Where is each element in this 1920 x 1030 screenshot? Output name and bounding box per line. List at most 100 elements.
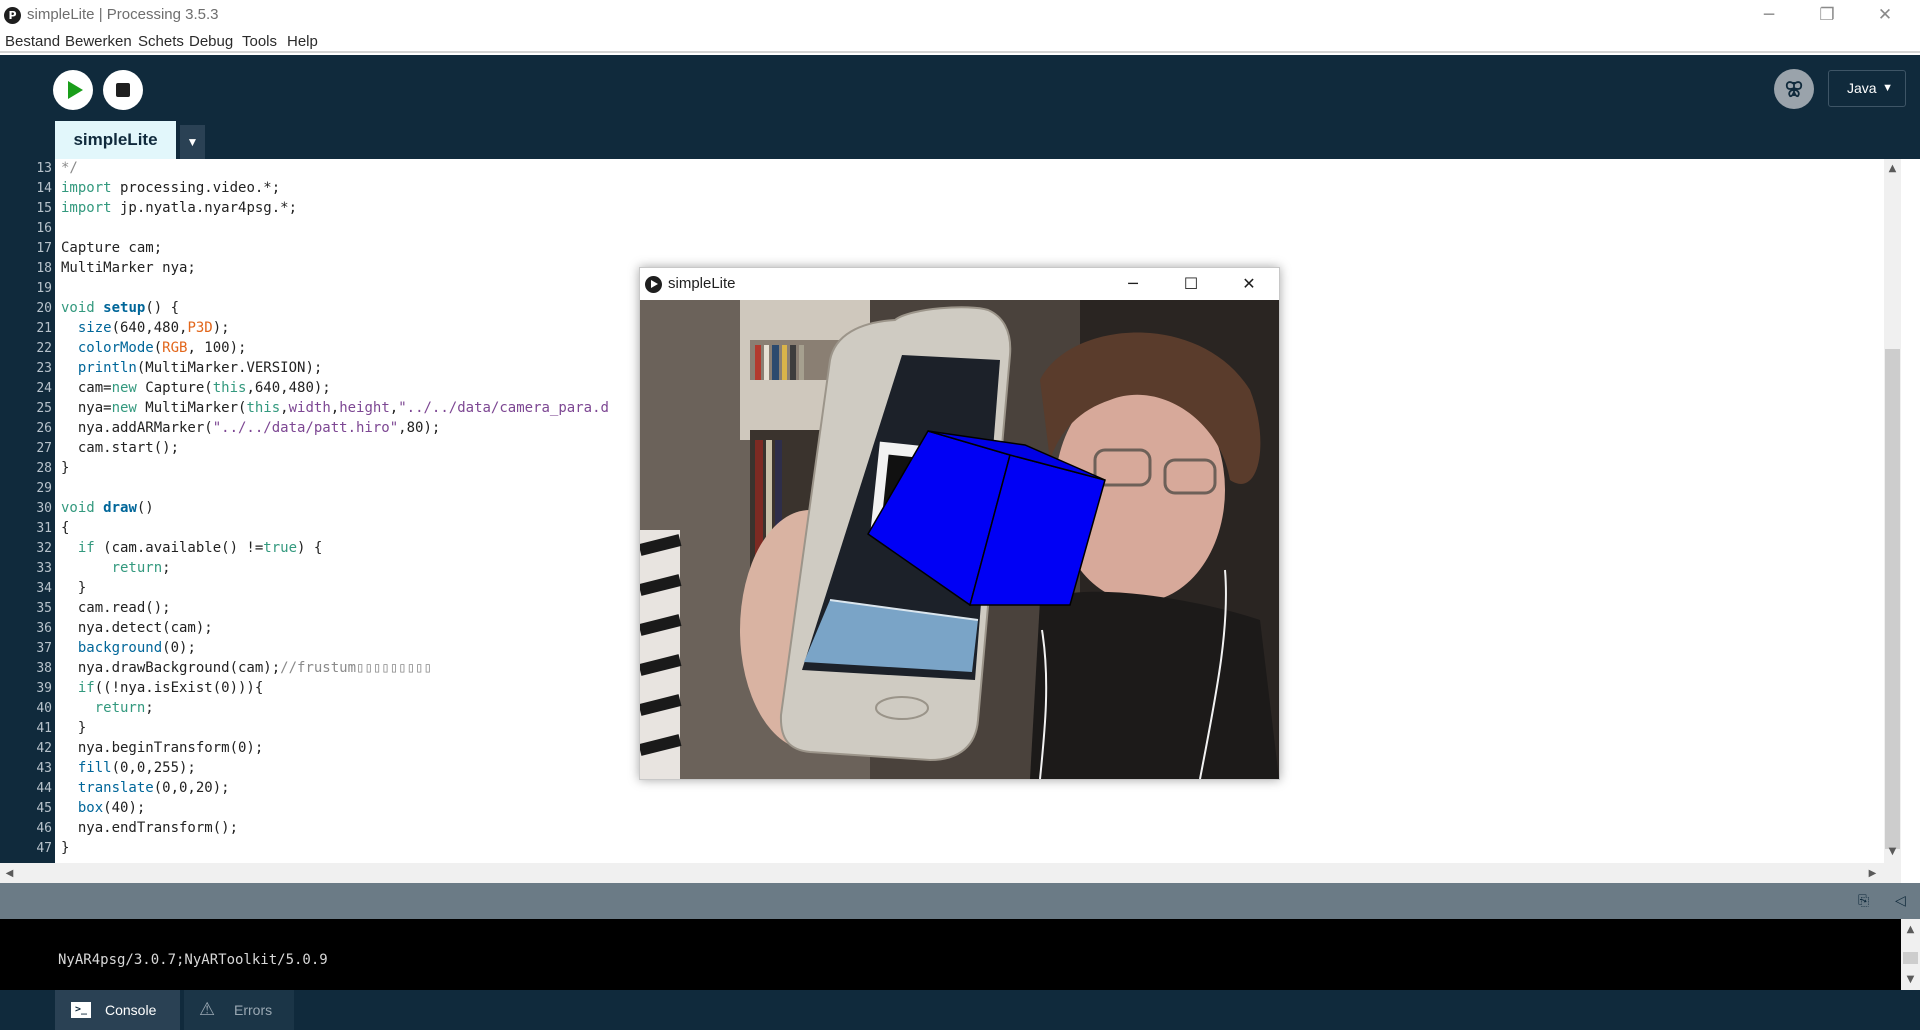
code-line[interactable]: nya.detect(cam);	[61, 620, 213, 636]
code-line[interactable]: }	[61, 720, 86, 736]
minimize-window-button[interactable]: ─	[1740, 0, 1798, 30]
sketch-maximize-button[interactable]: ☐	[1162, 268, 1220, 300]
sketch-close-button[interactable]: ✕	[1220, 268, 1278, 300]
code-token: (0);	[162, 640, 196, 656]
code-line[interactable]: nya.beginTransform(0);	[61, 740, 263, 756]
code-line[interactable]: void setup() {	[61, 300, 179, 316]
processing-app-icon: P	[4, 7, 21, 24]
code-token: MultiMarker nya;	[61, 260, 196, 276]
menu-schets[interactable]: Schets	[138, 33, 184, 50]
sketch-output-window[interactable]: simpleLite ─ ☐ ✕	[639, 267, 1280, 780]
code-line[interactable]: nya.addARMarker("../../data/patt.hiro",8…	[61, 420, 440, 436]
code-token: ((!nya.isExist(0))){	[94, 680, 264, 696]
scroll-up-arrow[interactable]: ▲	[1884, 160, 1901, 177]
code-token: ()	[136, 500, 154, 516]
code-line[interactable]: }	[61, 840, 69, 856]
console-scrollbar[interactable]: ▲ ▼	[1901, 919, 1920, 990]
stop-button[interactable]	[103, 70, 143, 110]
code-token: void	[61, 500, 95, 516]
code-line[interactable]: {	[61, 520, 69, 536]
code-token: () {	[145, 300, 180, 316]
debugger-button[interactable]	[1774, 69, 1814, 109]
code-token: cam.read();	[61, 600, 171, 616]
line-number: 28	[36, 461, 52, 476]
code-token: return	[94, 700, 146, 716]
code-token: fill	[77, 760, 112, 776]
butterfly-icon	[1785, 81, 1803, 98]
code-token: );	[212, 320, 230, 336]
code-token: }	[61, 720, 87, 736]
sketch-title: simpleLite	[668, 275, 736, 292]
code-token: nya.addARMarker(	[61, 420, 213, 436]
editor-scroll-thumb[interactable]	[1885, 349, 1900, 849]
console-scroll-up-arrow[interactable]: ▲	[1902, 921, 1919, 938]
menu-bar: Bestand Bewerken Schets Debug Tools Help	[0, 30, 1920, 53]
code-line[interactable]: fill(0,0,255);	[61, 760, 196, 776]
code-line[interactable]: }	[61, 460, 69, 476]
code-line[interactable]: background(0);	[61, 640, 196, 656]
code-line[interactable]: cam=new Capture(this,640,480);	[61, 380, 331, 396]
code-token: if	[77, 540, 95, 556]
copy-icon[interactable]: ⎘	[1858, 893, 1874, 909]
code-line[interactable]: if((!nya.isExist(0))){	[61, 680, 263, 696]
mode-label: Java	[1847, 80, 1877, 96]
tab-menu-dropdown[interactable]: ▼	[180, 125, 205, 159]
tab-console[interactable]: >_ Console	[55, 990, 180, 1030]
menu-debug[interactable]: Debug	[189, 33, 233, 50]
run-button[interactable]	[53, 70, 93, 110]
line-number: 32	[36, 541, 52, 556]
code-line[interactable]: import processing.video.*;	[61, 180, 280, 196]
console-scroll-thumb[interactable]	[1903, 952, 1918, 964]
code-line[interactable]: Capture cam;	[61, 240, 162, 256]
menu-bestand[interactable]: Bestand	[5, 33, 60, 50]
code-token: processing.video.*;	[111, 180, 281, 196]
code-line[interactable]: cam.start();	[61, 440, 179, 456]
code-line[interactable]: cam.read();	[61, 600, 171, 616]
line-number: 34	[36, 581, 52, 596]
menu-tools[interactable]: Tools	[242, 33, 277, 50]
code-line[interactable]: translate(0,0,20);	[61, 780, 230, 796]
code-line[interactable]: return;	[61, 700, 154, 716]
mode-selector[interactable]: Java ▼	[1828, 70, 1906, 107]
collapse-console-icon[interactable]: ◁	[1895, 893, 1911, 909]
code-token: new	[111, 400, 137, 416]
code-line[interactable]: nya.drawBackground(cam);//frustum▯▯▯▯▯▯▯…	[61, 660, 432, 676]
code-line[interactable]: }	[61, 580, 86, 596]
sketch-minimize-button[interactable]: ─	[1104, 268, 1162, 300]
code-line[interactable]: colorMode(RGB, 100);	[61, 340, 247, 356]
camera-frame	[640, 300, 1279, 779]
editor-horizontal-scrollbar[interactable]	[0, 863, 1901, 883]
sketch-titlebar[interactable]: simpleLite ─ ☐ ✕	[640, 268, 1279, 300]
code-line[interactable]: MultiMarker nya;	[61, 260, 196, 276]
tab-simplelite[interactable]: simpleLite	[55, 121, 176, 159]
code-token: Capture cam;	[61, 240, 163, 256]
scroll-left-arrow[interactable]: ◀	[1, 865, 18, 882]
code-line[interactable]: import jp.nyatla.nyar4psg.*;	[61, 200, 297, 216]
scroll-down-arrow[interactable]: ▼	[1884, 843, 1901, 860]
menu-bewerken[interactable]: Bewerken	[65, 33, 132, 50]
code-line[interactable]: */	[61, 160, 78, 176]
code-line[interactable]: nya=new MultiMarker(this,width,height,".…	[61, 400, 609, 416]
restore-window-button[interactable]: ❐	[1798, 0, 1856, 30]
code-token: return	[111, 560, 163, 576]
code-token: //frustum▯▯▯▯▯▯▯▯▯	[280, 660, 432, 676]
code-token: import	[61, 180, 112, 196]
code-line[interactable]: return;	[61, 560, 171, 576]
menu-help[interactable]: Help	[287, 33, 318, 50]
console-output[interactable]: NyAR4psg/3.0.7;NyARToolkit/5.0.9	[0, 919, 1920, 990]
code-line[interactable]: println(MultiMarker.VERSION);	[61, 360, 322, 376]
code-line[interactable]: if (cam.available() !=true) {	[61, 540, 322, 556]
close-window-button[interactable]: ✕	[1856, 0, 1914, 30]
code-token: ,	[389, 400, 399, 416]
code-line[interactable]: void draw()	[61, 500, 154, 516]
code-line[interactable]: nya.endTransform();	[61, 820, 238, 836]
console-scroll-down-arrow[interactable]: ▼	[1902, 971, 1919, 988]
scroll-right-arrow[interactable]: ▶	[1864, 865, 1881, 882]
code-line[interactable]: size(640,480,P3D);	[61, 320, 230, 336]
tab-errors[interactable]: ⚠ Errors	[184, 990, 294, 1030]
code-token: this	[212, 380, 247, 396]
code-line[interactable]: box(40);	[61, 800, 145, 816]
